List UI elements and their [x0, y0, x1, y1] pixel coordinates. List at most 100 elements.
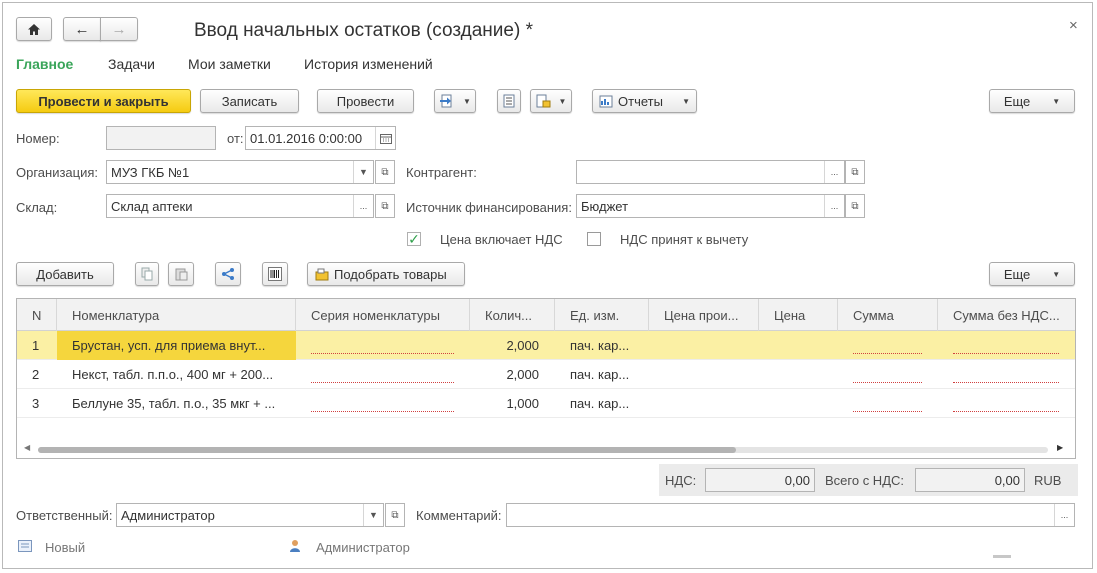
col-sum-no-vat[interactable]: Сумма без НДС... — [938, 299, 1075, 331]
cell-quantity[interactable]: 1,000 — [470, 389, 555, 418]
clipboard-icon — [175, 267, 188, 281]
cell-producer-price[interactable] — [649, 331, 759, 360]
table-more-button[interactable]: Еще ▼ — [989, 262, 1075, 286]
table-row[interactable]: 2 Некст, табл. п.п.о., 400 мг + 200... 2… — [17, 360, 1075, 389]
cell-n: 1 — [32, 338, 40, 353]
cell-series[interactable] — [296, 389, 470, 418]
report-icon — [599, 95, 613, 108]
open-responsible-icon[interactable]: ⧉ — [385, 503, 405, 527]
col-quantity[interactable]: Колич... — [470, 299, 555, 331]
cell-sum-no-vat[interactable] — [938, 360, 1075, 389]
cell-unit[interactable]: пач. кар... — [555, 360, 649, 389]
cell-quantity[interactable]: 2,000 — [470, 331, 555, 360]
tab-notes[interactable]: Мои заметки — [188, 56, 271, 72]
print-button[interactable]: ▼ — [530, 89, 572, 113]
reports-button[interactable]: Отчеты ▼ — [592, 89, 697, 113]
forward-button[interactable]: → — [100, 17, 138, 41]
date-input[interactable]: 01.01.2016 0:00:00 — [245, 126, 396, 150]
add-row-button[interactable]: Добавить — [16, 262, 114, 286]
cell-sum[interactable] — [838, 389, 938, 418]
responsible-value: Администратор — [121, 507, 215, 523]
share-icon — [221, 267, 235, 281]
date-label: от: — [227, 131, 244, 146]
counterparty-input[interactable]: ... — [576, 160, 845, 184]
ellipsis-icon[interactable]: ... — [824, 195, 844, 217]
cell-sum-no-vat[interactable] — [938, 389, 1075, 418]
ellipsis-icon[interactable]: ... — [353, 195, 373, 217]
back-button[interactable]: ← — [63, 17, 101, 41]
open-warehouse-icon[interactable]: ⧉ — [375, 194, 395, 218]
cell-quantity[interactable]: 2,000 — [470, 360, 555, 389]
open-organization-icon[interactable]: ⧉ — [375, 160, 395, 184]
barcode-button[interactable] — [262, 262, 288, 286]
more-button[interactable]: Еще ▼ — [989, 89, 1075, 113]
home-button[interactable] — [16, 17, 52, 41]
col-unit[interactable]: Ед. изм. — [555, 299, 649, 331]
cell-producer-price[interactable] — [649, 389, 759, 418]
structure-button[interactable] — [497, 89, 521, 113]
cell-price[interactable] — [759, 360, 838, 389]
col-sum[interactable]: Сумма — [838, 299, 938, 331]
col-series[interactable]: Серия номенклатуры — [296, 299, 470, 331]
tab-main[interactable]: Главное — [16, 56, 73, 72]
comment-input[interactable]: ... — [506, 503, 1075, 527]
col-nomenclature[interactable]: Номенклатура — [57, 299, 296, 331]
paste-button[interactable] — [168, 262, 194, 286]
date-value: 01.01.2016 0:00:00 — [250, 130, 363, 146]
cell-nomenclature[interactable]: Некст, табл. п.п.о., 400 мг + 200... — [57, 360, 296, 389]
col-price[interactable]: Цена — [759, 299, 838, 331]
pick-goods-button[interactable]: Подобрать товары — [307, 262, 465, 286]
open-funding-icon[interactable]: ⧉ — [845, 194, 865, 218]
price-includes-vat-checkbox[interactable]: ✓ — [407, 232, 421, 246]
cell-price[interactable] — [759, 389, 838, 418]
close-icon[interactable]: × — [1069, 17, 1078, 34]
ellipsis-icon[interactable]: ... — [824, 161, 844, 183]
organization-input[interactable]: МУЗ ГКБ №1 ▼ — [106, 160, 374, 184]
calendar-icon[interactable] — [375, 127, 395, 149]
col-producer-price[interactable]: Цена прои... — [649, 299, 759, 331]
scroll-right-icon[interactable]: ▶ — [1057, 443, 1063, 452]
table-row[interactable]: 1 Брустан, усп. для приема внут... 2,000… — [17, 331, 1075, 360]
cell-nomenclature[interactable]: Беллуне 35, табл. п.о., 35 мкг + ... — [57, 389, 296, 418]
funding-input[interactable]: Бюджет ... — [576, 194, 845, 218]
horizontal-scrollbar[interactable]: ◀ ▶ — [24, 443, 1063, 454]
post-button[interactable]: Провести — [317, 89, 414, 113]
cell-nomenclature[interactable]: Брустан, усп. для приема внут... — [57, 331, 296, 360]
vat-deductible-checkbox[interactable] — [587, 232, 601, 246]
chevron-down-icon: ▼ — [1052, 96, 1061, 106]
number-input[interactable] — [106, 126, 216, 150]
create-based-on-button[interactable]: ▼ — [434, 89, 476, 113]
cell-price[interactable] — [759, 331, 838, 360]
table-row[interactable]: 3 Беллуне 35, табл. п.о., 35 мкг + ... 1… — [17, 389, 1075, 418]
copy-row-button[interactable] — [135, 262, 159, 286]
dropdown-arrow-icon[interactable]: ▼ — [363, 504, 383, 526]
ellipsis-icon[interactable]: ... — [1054, 504, 1074, 526]
cell-producer-price[interactable] — [649, 360, 759, 389]
save-button[interactable]: Записать — [200, 89, 299, 113]
document-print-icon — [536, 94, 551, 108]
cell-sum-no-vat[interactable] — [938, 331, 1075, 360]
tab-tasks[interactable]: Задачи — [108, 56, 155, 72]
cell-sum[interactable] — [838, 331, 938, 360]
post-and-close-button[interactable]: Провести и закрыть — [16, 89, 191, 113]
warehouse-input[interactable]: Склад аптеки ... — [106, 194, 374, 218]
cell-sum[interactable] — [838, 360, 938, 389]
scroll-left-icon[interactable]: ◀ — [24, 443, 30, 452]
cell-unit[interactable]: пач. кар... — [555, 331, 649, 360]
col-n[interactable]: N — [17, 299, 57, 331]
price-includes-vat-label: Цена включает НДС — [440, 232, 563, 247]
responsible-input[interactable]: Администратор ▼ — [116, 503, 384, 527]
scroll-thumb[interactable] — [38, 447, 736, 453]
dropdown-arrow-icon[interactable]: ▼ — [353, 161, 373, 183]
distribute-button[interactable] — [215, 262, 241, 286]
cell-unit[interactable]: пач. кар... — [555, 389, 649, 418]
tab-history[interactable]: История изменений — [304, 56, 433, 72]
vat-deductible-label: НДС принят к вычету — [620, 232, 749, 247]
more-label: Еще — [1003, 93, 1031, 109]
goods-table[interactable]: N Номенклатура Серия номенклатуры Колич.… — [16, 298, 1076, 459]
open-counterparty-icon[interactable]: ⧉ — [845, 160, 865, 184]
cell-series[interactable] — [296, 360, 470, 389]
cell-series[interactable] — [296, 331, 470, 360]
document-arrow-icon — [439, 94, 455, 108]
resize-grip[interactable] — [993, 555, 1011, 558]
